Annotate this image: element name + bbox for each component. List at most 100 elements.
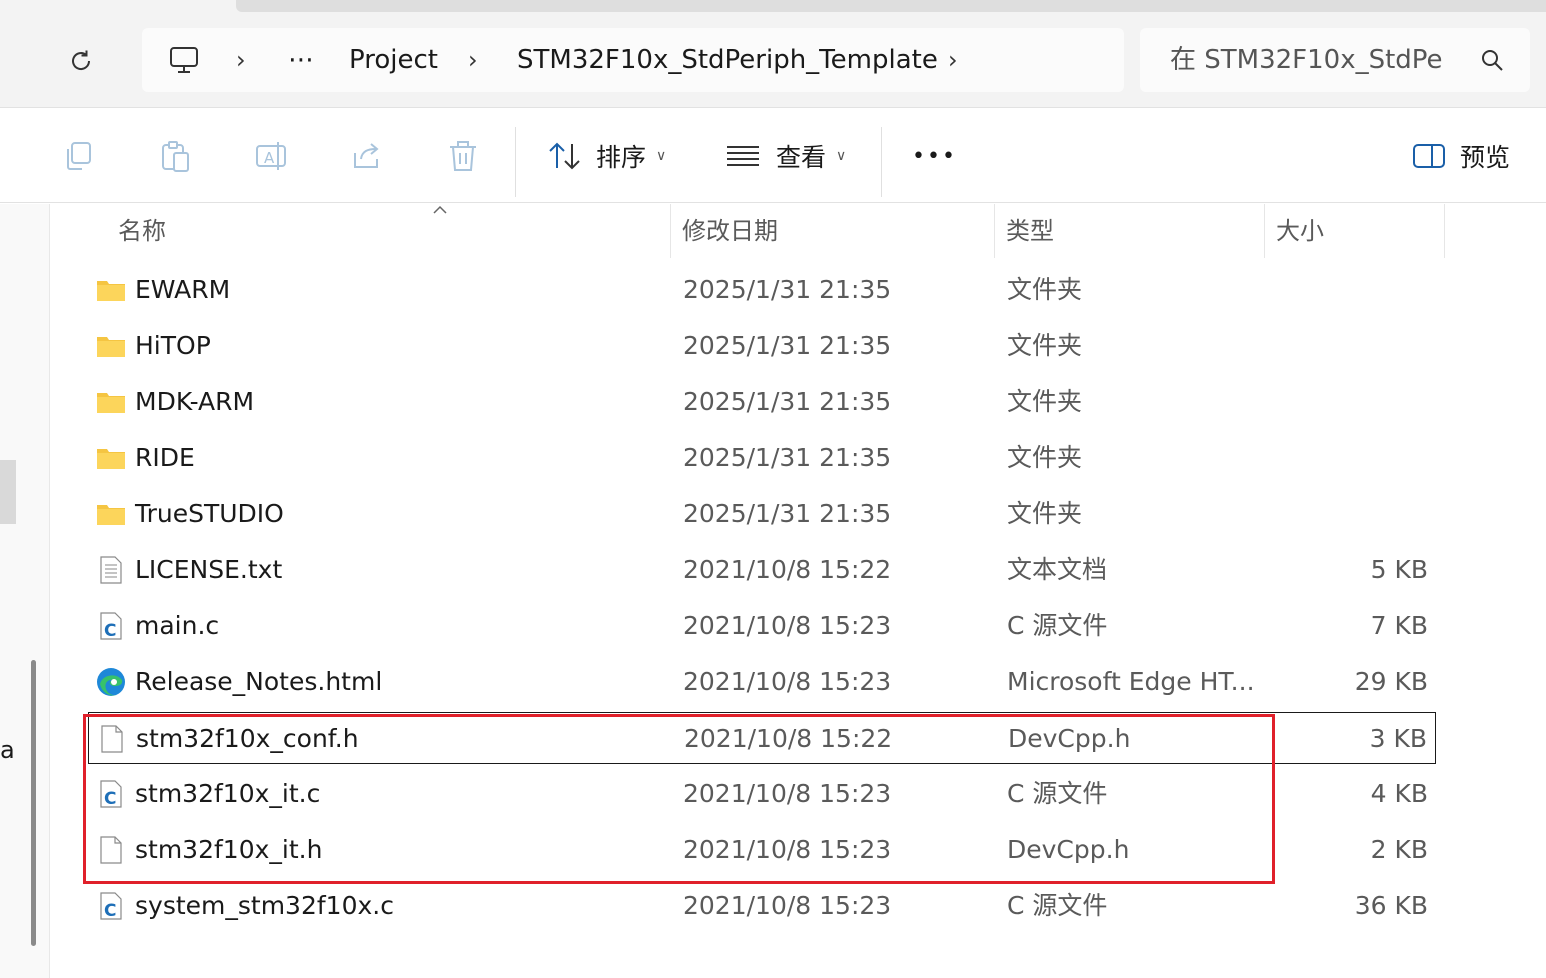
file-name: stm32f10x_it.h — [135, 835, 323, 864]
file-row[interactable]: stm32f10x_it.h 2021/10/8 15:23 DevCpp.h … — [88, 824, 1436, 876]
tab-strip — [236, 0, 1546, 12]
file-date: 2025/1/31 21:35 — [683, 387, 892, 416]
toolbar-divider — [515, 127, 516, 197]
breadcrumb-item-template[interactable]: STM32F10x_StdPeriph_Template — [517, 28, 938, 92]
file-name: EWARM — [135, 275, 231, 304]
search-input[interactable]: 在 STM32F10x_StdPeri — [1140, 28, 1530, 92]
delete-icon[interactable] — [446, 139, 480, 173]
preview-pane-button[interactable]: 预览 — [1412, 131, 1510, 181]
file-name: main.c — [135, 611, 220, 640]
sort-ascending-icon — [433, 205, 447, 214]
chevron-down-icon: ∨ — [656, 148, 667, 164]
sort-label: 排序 — [596, 143, 647, 172]
more-icon: ••• — [912, 143, 957, 169]
column-header-size[interactable]: 大小 — [1276, 204, 1324, 258]
address-bar-area: › ⋯ Project › STM32F10x_StdPeriph_Templa… — [0, 0, 1546, 108]
breadcrumb[interactable]: › ⋯ Project › STM32F10x_StdPeriph_Templa… — [142, 28, 1124, 92]
breadcrumb-item-project[interactable]: Project — [349, 28, 438, 92]
file-date: 2025/1/31 21:35 — [683, 443, 892, 472]
file-name: stm32f10x_conf.h — [136, 724, 359, 753]
file-type: 文件夹 — [1007, 387, 1083, 416]
file-name: MDK-ARM — [135, 387, 255, 416]
folder-icon — [97, 505, 125, 525]
file-size: 5 KB — [1370, 555, 1428, 584]
more-options-button[interactable]: ••• — [912, 131, 957, 181]
file-type: 文件夹 — [1007, 443, 1083, 472]
file-date: 2021/10/8 15:23 — [683, 667, 892, 696]
file-size: 3 KB — [1369, 724, 1427, 753]
folder-icon — [97, 337, 125, 357]
view-label: 查看 — [776, 143, 827, 172]
column-header-type[interactable]: 类型 — [1006, 204, 1054, 258]
file-name: TrueSTUDIO — [135, 499, 284, 528]
column-header-date[interactable]: 修改日期 — [682, 204, 778, 258]
file-row[interactable]: C main.c 2021/10/8 15:23 C 源文件 7 KB — [88, 600, 1436, 652]
file-type: 文本文档 — [1007, 555, 1108, 584]
file-row[interactable]: LICENSE.txt 2021/10/8 15:22 文本文档 5 KB — [88, 544, 1436, 596]
file-type: 文件夹 — [1007, 275, 1083, 304]
view-button[interactable]: 查看 ∨ — [726, 131, 846, 181]
svg-text:C: C — [104, 901, 116, 921]
c-file-icon: C — [100, 892, 122, 921]
column-divider[interactable] — [670, 204, 671, 258]
file-size: 29 KB — [1354, 667, 1428, 696]
column-divider[interactable] — [1264, 204, 1265, 258]
file-row[interactable]: C system_stm32f10x.c 2021/10/8 15:23 C 源… — [88, 880, 1436, 932]
file-type: 文件夹 — [1007, 331, 1083, 360]
chevron-down-icon: ∨ — [836, 148, 847, 164]
folder-icon — [97, 281, 125, 301]
c-file-icon: C — [100, 780, 122, 809]
this-pc-button[interactable] — [168, 28, 200, 92]
blank-file-icon — [101, 725, 123, 753]
chevron-right-icon[interactable]: › — [948, 28, 958, 92]
file-row[interactable]: MDK-ARM 2025/1/31 21:35 文件夹 — [88, 376, 1436, 428]
rename-icon[interactable]: A — [254, 139, 288, 173]
file-type: DevCpp.h — [1007, 835, 1130, 864]
file-row[interactable]: C stm32f10x_it.c 2021/10/8 15:23 C 源文件 4… — [88, 768, 1436, 820]
toolbar-divider — [881, 127, 882, 197]
copy-icon[interactable] — [62, 139, 96, 173]
chevron-right-icon[interactable]: › — [236, 28, 246, 92]
file-name: HiTOP — [135, 331, 211, 360]
file-date: 2021/10/8 15:23 — [683, 891, 892, 920]
computer-icon — [170, 47, 198, 73]
file-name: LICENSE.txt — [135, 555, 283, 584]
refresh-button[interactable] — [60, 40, 102, 82]
folder-icon — [97, 449, 125, 469]
column-header-name[interactable]: 名称 — [118, 204, 166, 258]
preview-pane-icon — [1413, 144, 1445, 168]
file-row[interactable]: RIDE 2025/1/31 21:35 文件夹 — [88, 432, 1436, 484]
navigation-pane[interactable]: a — [0, 204, 50, 978]
text-file-icon — [100, 556, 122, 584]
edge-icon — [97, 668, 125, 696]
nav-selection-indicator — [0, 460, 16, 524]
chevron-right-icon[interactable]: › — [468, 28, 478, 92]
file-date: 2025/1/31 21:35 — [683, 331, 892, 360]
file-name: stm32f10x_it.c — [135, 779, 321, 808]
file-row[interactable]: TrueSTUDIO 2025/1/31 21:35 文件夹 — [88, 488, 1436, 540]
file-row[interactable]: Release_Notes.html 2021/10/8 15:23 Micro… — [88, 656, 1436, 708]
search-icon[interactable] — [1478, 46, 1506, 74]
file-type: C 源文件 — [1007, 611, 1108, 640]
file-row[interactable]: HiTOP 2025/1/31 21:35 文件夹 — [88, 320, 1436, 372]
breadcrumb-overflow[interactable]: ⋯ — [288, 28, 314, 92]
column-divider[interactable] — [1444, 204, 1445, 258]
file-date: 2025/1/31 21:35 — [683, 275, 892, 304]
file-row-selected[interactable]: stm32f10x_conf.h 2021/10/8 15:22 DevCpp.… — [88, 712, 1436, 764]
column-divider[interactable] — [994, 204, 995, 258]
file-type: C 源文件 — [1007, 779, 1108, 808]
share-icon[interactable] — [350, 139, 384, 173]
file-type: Microsoft Edge HT... — [1007, 667, 1255, 696]
svg-text:A: A — [264, 149, 275, 167]
sort-icon — [549, 142, 580, 170]
command-bar: A 排序 ∨ 查看 ∨ ••• 预览 — [0, 109, 1546, 203]
paste-icon[interactable] — [158, 139, 192, 173]
nav-item-partial-text: a — [0, 736, 15, 764]
file-name: RIDE — [135, 443, 195, 472]
file-row[interactable]: EWARM 2025/1/31 21:35 文件夹 — [88, 264, 1436, 316]
sort-button[interactable]: 排序 ∨ — [548, 131, 666, 181]
search-placeholder: 在 STM32F10x_StdPeri — [1170, 45, 1442, 75]
file-type: 文件夹 — [1007, 499, 1083, 528]
nav-scrollbar[interactable] — [31, 660, 36, 946]
file-date: 2021/10/8 15:23 — [683, 779, 892, 808]
